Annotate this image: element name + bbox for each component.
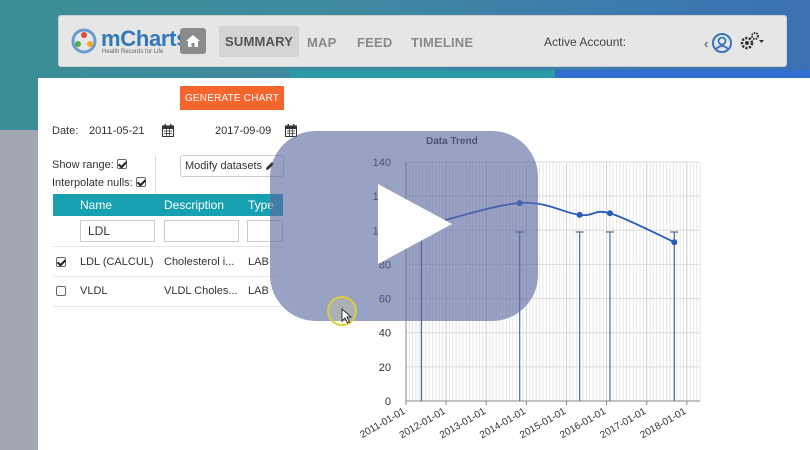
calendar-icon[interactable] xyxy=(162,124,174,137)
modify-datasets-button[interactable]: Modify datasets xyxy=(180,155,284,177)
data-point xyxy=(671,239,678,246)
show-range-option: Show range: xyxy=(52,159,127,171)
table-divider xyxy=(53,246,283,247)
row-description: Cholesterol i... xyxy=(164,256,235,268)
y-tick-label: 0 xyxy=(385,396,391,408)
data-point xyxy=(606,210,613,217)
y-tick-label: 20 xyxy=(379,362,391,374)
generate-chart-button[interactable]: GENERATE CHART xyxy=(180,86,284,110)
modify-datasets-label: Modify datasets xyxy=(185,160,263,172)
background-band-teal xyxy=(290,70,555,78)
brand-tagline: Health Records for Life xyxy=(102,49,164,55)
dataset-table-header: Name Description Type xyxy=(53,194,283,216)
row-checkbox[interactable] xyxy=(56,257,66,267)
y-tick-label: 40 xyxy=(379,328,391,340)
description-filter-input[interactable] xyxy=(164,220,239,242)
show-range-checkbox[interactable] xyxy=(116,159,127,170)
background-band-blue xyxy=(555,70,810,78)
row-type: LAB xyxy=(248,285,269,297)
nav-feed[interactable]: FEED xyxy=(357,35,392,50)
table-divider xyxy=(53,306,283,307)
user-avatar-icon[interactable] xyxy=(712,33,732,53)
column-header-name[interactable]: Name xyxy=(80,198,112,212)
name-filter-input[interactable]: LDL xyxy=(80,220,155,242)
end-date-input[interactable]: 2017-09-09 xyxy=(215,125,271,137)
row-name: VLDL xyxy=(80,285,108,297)
interpolate-nulls-option: Interpolate nulls: xyxy=(52,177,146,189)
chart-options: Show range: Interpolate nulls: xyxy=(52,155,156,195)
x-tick-label: 2018-01-01 xyxy=(639,406,689,441)
home-button[interactable] xyxy=(180,28,206,54)
interpolate-nulls-checkbox[interactable] xyxy=(135,177,146,188)
row-name: LDL (CALCUL) xyxy=(80,256,154,268)
show-range-label: Show range: xyxy=(52,159,114,171)
start-date-input[interactable]: 2011-05-21 xyxy=(89,125,144,137)
active-account-label: Active Account: xyxy=(544,35,627,49)
top-nav-bar: mCharts Health Records for Life SUMMARY … xyxy=(58,15,787,67)
nav-map[interactable]: MAP xyxy=(307,35,337,50)
logo-icon[interactable] xyxy=(69,26,99,56)
date-label: Date: xyxy=(52,125,79,137)
data-point xyxy=(576,211,583,218)
home-icon xyxy=(186,35,200,47)
play-icon[interactable] xyxy=(378,184,452,264)
nav-summary[interactable]: SUMMARY xyxy=(219,26,300,57)
table-divider xyxy=(53,276,283,277)
mouse-cursor-icon xyxy=(341,308,353,324)
background-left-strip xyxy=(0,130,38,450)
row-checkbox[interactable] xyxy=(56,286,66,296)
settings-gear-icon[interactable] xyxy=(739,30,765,52)
column-header-description[interactable]: Description xyxy=(164,198,224,212)
chevron-left-icon[interactable]: ‹ xyxy=(704,36,708,51)
row-type: LAB xyxy=(248,256,269,268)
nav-timeline[interactable]: TIMELINE xyxy=(411,35,473,50)
row-description: VLDL Choles... xyxy=(164,285,238,297)
interpolate-nulls-label: Interpolate nulls: xyxy=(52,177,133,189)
